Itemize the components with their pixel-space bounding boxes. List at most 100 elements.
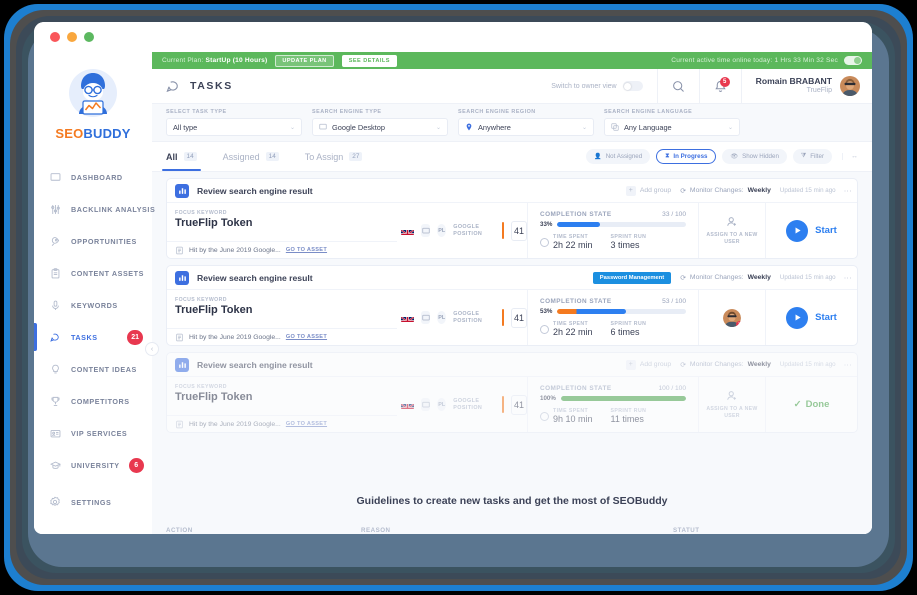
top-bar: TASKS Switch to owner view 5 Romain BRAB… xyxy=(152,69,872,104)
task-asset-row: Hit by the June 2019 Google... GO TO ASS… xyxy=(167,415,397,432)
filter-task-type: SELECT TASK TYPE All type ⌄ xyxy=(166,109,302,136)
asset-text: Hit by the June 2019 Google... xyxy=(189,333,281,341)
go-to-asset-link[interactable]: GO TO ASSET xyxy=(286,247,327,253)
asset-text: Hit by the June 2019 Google... xyxy=(189,246,281,254)
task-action-button[interactable]: Start xyxy=(765,203,857,258)
update-plan-button[interactable]: UPDATE PLAN xyxy=(275,54,334,67)
sidebar-item-keywords[interactable]: KEYWORDS xyxy=(34,289,152,321)
graduation-cap-icon xyxy=(48,458,62,472)
monitor-changes[interactable]: ⟳ Monitor Changes: Weekly xyxy=(680,361,771,369)
brand-logo[interactable]: SEOBUDDY xyxy=(34,52,152,147)
task-tag[interactable]: Password Management xyxy=(592,271,672,284)
expand-columns-button[interactable]: ↔ xyxy=(842,153,858,160)
task-progress-column: COMPLETION STATE 53 / 100 53% TIME SPENT… xyxy=(527,290,699,345)
task-action-button[interactable]: ✓ Done xyxy=(765,377,857,432)
focus-keyword-value: TrueFlip Token xyxy=(175,217,253,229)
tab-assigned[interactable]: Assigned 14 xyxy=(223,142,279,171)
plan-prefix: Current Plan: xyxy=(162,57,204,64)
minimize-window-button[interactable] xyxy=(67,32,77,42)
sidebar-item-dashboard[interactable]: DASHBOARD xyxy=(34,161,152,193)
tab-all[interactable]: All 14 xyxy=(162,142,201,171)
task-list: Review search engine result + Add group … xyxy=(152,172,872,481)
chart-icon xyxy=(175,357,189,372)
updated-time: Updated 15 min ago xyxy=(779,274,836,281)
chip-in-progress[interactable]: ⧗ In Progress xyxy=(656,149,717,164)
sidebar-item-content-assets[interactable]: CONTENT ASSETS xyxy=(34,257,152,289)
close-window-button[interactable] xyxy=(50,32,60,42)
search-engine-type-select[interactable]: Google Desktop ⌄ xyxy=(312,118,448,136)
column-header-status: STATUT xyxy=(673,527,700,534)
task-menu-button[interactable]: ⋮ xyxy=(843,361,852,369)
chart-icon xyxy=(175,270,189,285)
go-to-asset-link[interactable]: GO TO ASSET xyxy=(286,421,327,427)
tab-count: 14 xyxy=(183,152,197,161)
monitor-changes[interactable]: ⟳ Monitor Changes: Weekly xyxy=(680,187,771,195)
sidebar-item-tasks[interactable]: TASKS 21 xyxy=(34,321,152,353)
sidebar-item-label: COMPETITORS xyxy=(71,396,130,406)
task-menu-button[interactable]: ⋮ xyxy=(843,187,852,195)
brand-seo: SEO xyxy=(55,126,84,141)
chip-filter[interactable]: ⧩ Filter xyxy=(792,149,832,164)
task-assign-column[interactable]: × xyxy=(699,290,765,345)
task-assign-column[interactable]: ASSIGN TO A NEW USER xyxy=(699,203,765,258)
sidebar-item-label: DASHBOARD xyxy=(71,172,123,182)
sidebar-item-backlink-analysis[interactable]: BACKLINK ANALYSIS xyxy=(34,193,155,225)
active-time-label: Current active time online today: 1 Hrs … xyxy=(671,57,838,64)
remove-assignee-icon[interactable]: × xyxy=(736,320,741,327)
task-header-actions: Password Management ⟳ Monitor Changes: W… xyxy=(592,271,852,284)
sidebar-item-content-ideas[interactable]: CONTENT IDEAS xyxy=(34,353,152,385)
progress-header: COMPLETION STATE 53 / 100 xyxy=(540,298,686,305)
filter-value: Any Language xyxy=(624,122,672,132)
task-menu-button[interactable]: ⋮ xyxy=(843,274,852,282)
search-engine-region-select[interactable]: Anywhere ⌄ xyxy=(458,118,594,136)
task-assign-column[interactable]: ASSIGN TO A NEW USER xyxy=(699,377,765,432)
focus-keyword-label: FOCUS KEYWORD xyxy=(175,384,227,390)
clock-icon xyxy=(540,324,549,334)
sprint-run-stat: SPRINT RUN 11 times xyxy=(611,408,647,424)
sidebar-item-university[interactable]: UNIVERSITY 6 xyxy=(34,449,152,481)
owner-view-toggle-group[interactable]: Switch to owner view xyxy=(551,81,656,91)
progress-bar xyxy=(557,222,686,227)
progress-line: 100% xyxy=(540,395,686,402)
sidebar-item-vip-services[interactable]: VIP SERVICES xyxy=(34,417,152,449)
go-to-asset-link[interactable]: GO TO ASSET xyxy=(286,334,327,340)
document-icon xyxy=(175,246,184,255)
chip-show-hidden[interactable]: 👁 Show Hidden xyxy=(722,149,787,164)
task-type-select[interactable]: All type ⌄ xyxy=(166,118,302,136)
sidebar-item-opportunities[interactable]: OPPORTUNITIES xyxy=(34,225,152,257)
chip-not-assigned[interactable]: 👤 Not Assigned xyxy=(586,149,651,164)
maximize-window-button[interactable] xyxy=(84,32,94,42)
google-position-label: GOOGLE POSITION xyxy=(453,310,483,324)
play-icon xyxy=(786,306,809,329)
progress-line: 33% xyxy=(540,221,686,228)
filter-label: SEARCH ENGINE REGION xyxy=(458,109,536,115)
search-button[interactable] xyxy=(656,69,699,103)
google-position-value: 41 xyxy=(510,394,527,415)
notifications-button[interactable]: 5 xyxy=(698,69,741,103)
sidebar-item-competitors[interactable]: COMPETITORS xyxy=(34,385,152,417)
add-group-button[interactable]: + Add group xyxy=(625,185,671,196)
chart-icon xyxy=(175,183,189,198)
monitor-changes[interactable]: ⟳ Monitor Changes: Weekly xyxy=(680,274,771,282)
tab-to-assign[interactable]: To Assign 27 xyxy=(305,142,363,171)
plan-bar: Current Plan: StartUp (10 Hours) UPDATE … xyxy=(152,52,872,69)
action-label: Start xyxy=(815,225,837,236)
search-engine-language-select[interactable]: Any Language ⌄ xyxy=(604,118,740,136)
task-action-button[interactable]: Start xyxy=(765,290,857,345)
google-position-label: GOOGLE POSITION xyxy=(453,223,483,237)
sidebar-item-label: TASKS xyxy=(71,332,98,342)
add-group-button[interactable]: + Add group xyxy=(625,359,671,370)
sidebar-item-label: CONTENT ASSETS xyxy=(71,268,144,278)
see-details-button[interactable]: SEE DETAILS xyxy=(341,54,397,67)
plan-value: StartUp (10 Hours) xyxy=(205,57,268,64)
progress-bar xyxy=(557,309,686,314)
owner-view-toggle[interactable] xyxy=(622,81,643,91)
active-time-toggle[interactable] xyxy=(844,56,862,65)
monitor-value: Weekly xyxy=(747,274,771,281)
column-header-action: ACTION xyxy=(166,527,193,534)
sidebar-collapse-button[interactable]: ‹ xyxy=(145,342,159,356)
position-indicator-bar xyxy=(502,222,504,239)
completion-percent: 33% xyxy=(540,221,553,228)
sidebar-item-settings[interactable]: SETTINGS xyxy=(34,486,152,518)
user-menu[interactable]: Romain BRABANT TrueFlip xyxy=(740,69,872,103)
